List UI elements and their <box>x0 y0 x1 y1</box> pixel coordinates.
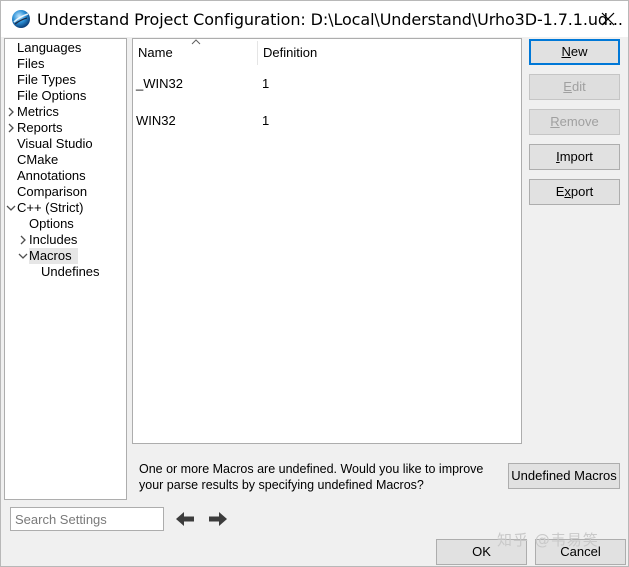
search-settings-input[interactable] <box>10 507 164 531</box>
chevron-right-icon[interactable] <box>18 235 28 245</box>
watermark-text: 知乎 @韦易笑 <box>497 531 599 549</box>
arrow-left-icon[interactable] <box>175 510 195 528</box>
column-header-name[interactable]: Name <box>138 45 173 61</box>
import-button[interactable]: Import <box>529 144 620 170</box>
chevron-down-icon[interactable] <box>18 251 28 261</box>
new-button-label: ew <box>570 44 588 59</box>
chevron-right-icon[interactable] <box>6 123 16 133</box>
chevron-down-icon[interactable] <box>6 203 16 213</box>
tree-item-metrics[interactable]: Metrics <box>17 104 59 120</box>
tree-item-files[interactable]: Files <box>17 56 44 72</box>
tree-item-annotations[interactable]: Annotations <box>17 168 86 184</box>
macro-name-cell[interactable]: _WIN32 <box>136 76 183 92</box>
notice-line-1: One or more Macros are undefined. Would … <box>139 462 484 476</box>
chevron-right-icon[interactable] <box>6 107 16 117</box>
new-button[interactable]: New <box>529 39 620 65</box>
tree-item-macros[interactable]: Macros <box>29 248 78 264</box>
export-button-label: port <box>570 184 594 199</box>
understand-app-icon <box>12 10 30 28</box>
tree-item-c-strict[interactable]: C++ (Strict) <box>17 200 83 216</box>
notice-line-2: your parse results by specifying undefin… <box>139 478 424 492</box>
edit-button-label: dit <box>571 79 586 94</box>
undefined-macros-button[interactable]: Undefined Macros <box>508 463 620 489</box>
macro-definition-cell[interactable]: 1 <box>262 76 269 92</box>
tree-item-reports[interactable]: Reports <box>17 120 63 136</box>
tree-item-languages[interactable]: Languages <box>17 40 81 56</box>
tree-item-file-options[interactable]: File Options <box>17 88 86 104</box>
tree-item-cmake[interactable]: CMake <box>17 152 58 168</box>
tree-item-file-types[interactable]: File Types <box>17 72 76 88</box>
column-separator[interactable] <box>257 41 258 65</box>
remove-button-label: emove <box>559 114 599 129</box>
tree-item-undefines[interactable]: Undefines <box>41 264 100 280</box>
remove-button-mnemonic: R <box>550 114 560 129</box>
export-button[interactable]: Export <box>529 179 620 205</box>
undefined-macros-notice: One or more Macros are undefined. Would … <box>139 461 504 493</box>
settings-tree[interactable]: Languages Files File Types File Options Metr… <box>4 38 127 500</box>
tree-item-visual-studio[interactable]: Visual Studio <box>17 136 93 152</box>
macro-definition-cell[interactable]: 1 <box>262 113 269 129</box>
close-icon[interactable] <box>590 3 626 35</box>
sort-ascending-icon <box>191 39 201 45</box>
arrow-right-icon[interactable] <box>208 510 228 528</box>
remove-button[interactable]: Remove <box>529 109 620 135</box>
macro-name-cell[interactable]: WIN32 <box>136 113 176 129</box>
macros-list[interactable]: Name Definition _WIN32 1 WIN32 1 <box>132 38 522 444</box>
tree-item-includes[interactable]: Includes <box>29 232 77 248</box>
window-title: Understand Project Configuration: D:\Loc… <box>37 10 623 29</box>
edit-button[interactable]: Edit <box>529 74 620 100</box>
tree-item-comparison[interactable]: Comparison <box>17 184 87 200</box>
import-button-label: mport <box>559 149 593 164</box>
tree-item-options[interactable]: Options <box>29 216 74 232</box>
new-button-mnemonic: N <box>561 44 571 59</box>
column-header-definition[interactable]: Definition <box>263 45 317 61</box>
edit-button-mnemonic: E <box>563 79 572 94</box>
title-bar[interactable]: Understand Project Configuration: D:\Loc… <box>1 1 628 37</box>
